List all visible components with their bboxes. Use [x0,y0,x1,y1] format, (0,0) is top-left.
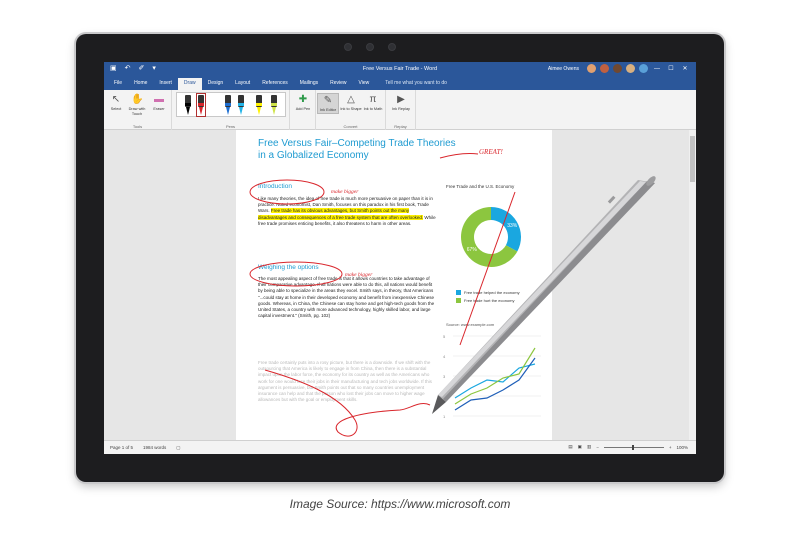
axis-tick-label: 2 [443,394,446,399]
weighing-paragraph: The most appealing aspect of free trade … [258,276,435,319]
weighing-heading: Weighing the options [258,264,319,271]
faded-paragraph: Free trade certainly puts into a rosy pi… [258,360,432,403]
screen: ▣ ↶ ✐ ▾ Free Versus Fair Trade - Word Ai… [104,62,696,454]
web-layout-icon[interactable]: ▥ [587,444,591,450]
front-camera [366,43,374,51]
legend-swatch [456,290,461,295]
eraser-button[interactable]: ▬ Eraser [148,93,170,112]
tab-layout[interactable]: Layout [229,78,256,90]
ink-to-shape-button[interactable]: △ Ink to Shape [340,93,362,112]
math-icon: π [369,94,377,105]
page: ▣ ↶ ✐ ▾ Free Versus Fair Trade - Word Ai… [0,0,800,538]
user-area: Aimee Owens — ☐ ✕ [548,64,690,73]
axis-tick-label: 5 [443,334,446,339]
tab-insert[interactable]: Insert [153,78,178,90]
sensor-dot [388,43,396,51]
ribbon-tabs: File Home Insert Draw Design Layout Refe… [104,77,696,90]
document-page[interactable]: Free Versus Fair–Competing Trade Theorie… [236,130,552,440]
close-button[interactable]: ✕ [680,65,690,72]
tab-draw[interactable]: Draw [177,78,202,90]
document-heading: Free Versus Fair–Competing Trade Theorie… [258,138,456,161]
avatar[interactable] [600,64,609,73]
zoom-slider[interactable] [603,444,664,450]
plus-icon: ✚ [298,94,308,105]
touch-icon: ✋ [131,94,144,105]
chart-series-line [454,363,536,399]
maximize-button[interactable]: ☐ [666,65,676,72]
page-count[interactable]: Page 1 of 5 [110,445,133,451]
intro-paragraph: Like many theories, the idea of free tra… [258,196,436,226]
zoom-out-icon[interactable]: − [596,445,599,450]
ink-editor-icon: ✎ [323,95,333,106]
ribbon: ↖ Select ✋ Draw with Touch ▬ Eraser Tool… [104,90,696,130]
surface-tablet: ▣ ↶ ✐ ▾ Free Versus Fair Trade - Word Ai… [76,34,724,482]
avatar[interactable] [626,64,635,73]
axis-tick-label: 1 [443,414,446,419]
donut-chart: 33% 67% [461,207,521,267]
line-chart: 5 4 3 2 1 [443,334,541,419]
ink-editor-button[interactable]: ✎ Ink Editor [317,93,339,114]
draw-with-touch-button[interactable]: ✋ Draw with Touch [126,93,148,116]
axis-tick-label: 4 [443,354,446,359]
sensor-dot [344,43,352,51]
tab-mailings[interactable]: Mailings [294,78,324,90]
zoom-in-icon[interactable]: + [669,445,672,450]
add-pen-button[interactable]: ✚ Add Pen [292,93,314,112]
donut-label: 67% [467,247,478,253]
donut-slice [491,207,521,252]
intro-heading: Introduction [258,183,292,190]
cursor-icon: ↖ [111,94,121,105]
shapes-icon: △ [347,94,355,105]
avatar[interactable] [639,64,648,73]
tab-review[interactable]: Review [324,78,352,90]
eraser-icon: ▬ [154,94,164,105]
tab-design[interactable]: Design [202,78,230,90]
minimize-button[interactable]: — [652,66,662,72]
ink-replay-button[interactable]: ▶ Ink Replay [390,93,412,112]
image-source-caption: Image Source: https://www.microsoft.com [289,497,511,511]
tab-view[interactable]: View [353,78,376,90]
read-mode-icon[interactable]: ▤ [568,444,572,450]
status-bar: Page 1 of 5 1984 words ▢ ▤ ▣ ▥ − + 100% [104,440,696,454]
pens-group: Pens [172,90,290,130]
chart-title: Free Trade and the U.S. Economy [446,184,515,189]
tools-group: ↖ Select ✋ Draw with Touch ▬ Eraser Tool… [104,90,172,130]
legend-item: Free trade hurt the economy [456,298,514,303]
add-pen-group: ✚ Add Pen [290,90,316,130]
vertical-scrollbar[interactable] [689,130,696,440]
replay-group: ▶ Ink Replay Replay [386,90,416,130]
document-area: Free Versus Fair–Competing Trade Theorie… [104,130,696,440]
word-count[interactable]: 1984 words [143,445,166,451]
print-layout-icon[interactable]: ▣ [578,444,582,450]
avatar[interactable] [613,64,622,73]
tab-file[interactable]: File [108,78,128,90]
legend-item: Free trade helped the economy [456,290,520,295]
select-button[interactable]: ↖ Select [105,93,127,112]
title-bar: ▣ ↶ ✐ ▾ Free Versus Fair Trade - Word Ai… [104,62,696,77]
chart-series-line [454,357,536,411]
axis-tick-label: 3 [443,374,446,379]
replay-icon: ▶ [397,94,405,105]
legend-swatch [456,298,461,303]
scrollbar-thumb[interactable] [690,136,695,182]
proofing-icon[interactable]: ▢ [176,445,180,451]
convert-group: ✎ Ink Editor △ Ink to Shape π Ink to Mat… [316,90,386,130]
tab-home[interactable]: Home [128,78,153,90]
tab-references[interactable]: References [256,78,294,90]
ink-to-math-button[interactable]: π Ink to Math [362,93,384,112]
tell-me-search[interactable]: Tell me what you want to do [375,78,453,90]
avatar[interactable] [587,64,596,73]
user-name[interactable]: Aimee Owens [548,66,579,72]
donut-label: 33% [507,223,518,229]
line-chart-caption: Source: www.example.com [446,322,495,327]
zoom-level[interactable]: 100% [676,445,688,450]
